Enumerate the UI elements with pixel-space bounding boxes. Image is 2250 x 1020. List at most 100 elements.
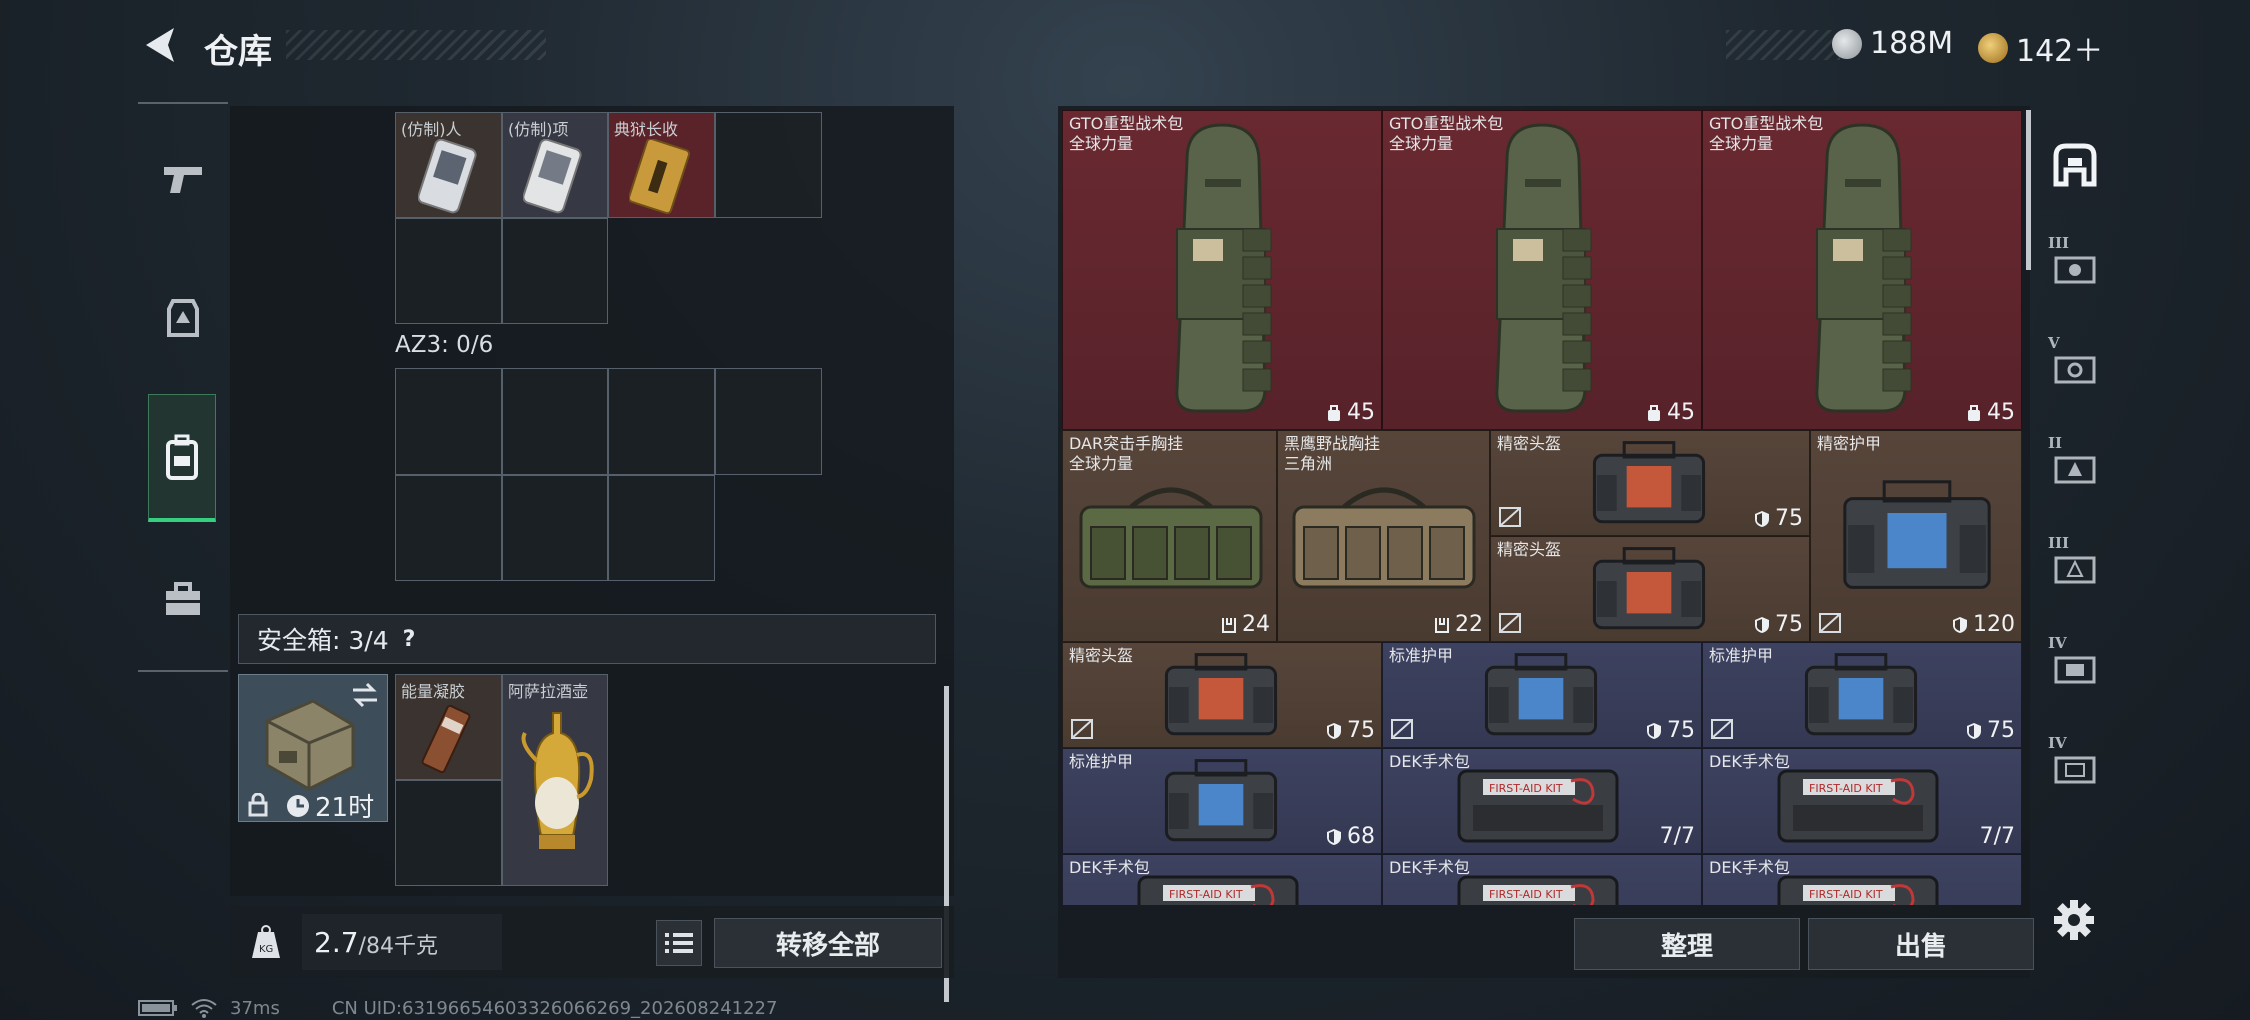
armor-item[interactable]: 标准护甲 75	[1702, 642, 2022, 748]
item-label: 典狱长收	[614, 120, 679, 139]
item-slot[interactable]: 典狱长收	[608, 112, 715, 218]
shield-icon	[1755, 510, 1769, 527]
medkit-item[interactable]: DEK手术包 FIRST-AID KIT 7/7	[1702, 748, 2022, 854]
sell-button[interactable]: 出售	[1808, 918, 2034, 970]
tab-stash-4[interactable]: III	[2040, 520, 2110, 610]
helmet-case-icon	[1164, 653, 1278, 736]
medkit-item[interactable]: DEK手术包 FIRST-AID KIT	[1062, 854, 1382, 905]
rig-capacity-icon	[1435, 617, 1449, 633]
helmet-case-icon	[1592, 547, 1706, 630]
left-bottom-bar: KG 2.7 /84千克 转移全部	[230, 906, 954, 978]
sort-button[interactable]: 整理	[1574, 918, 1800, 970]
tab-stash-1[interactable]: III	[2040, 220, 2110, 310]
no-durability-icon	[1499, 613, 1521, 633]
armor-item[interactable]: 精密护甲 120	[1810, 430, 2022, 642]
capacity-icon	[1648, 404, 1660, 421]
safe-case-slot[interactable]: 21时	[238, 674, 388, 823]
armor-item[interactable]: 标准护甲 75	[1382, 642, 1702, 748]
no-durability-icon	[1819, 613, 1841, 633]
tab-roman-numeral: V	[2048, 334, 2060, 352]
item-label: (仿制)人	[401, 120, 462, 139]
empty-slot[interactable]	[608, 368, 715, 475]
weight-value: 2.7	[314, 925, 359, 959]
backpack-panel: (仿制)人 (仿制)项 典狱长收 AZ3: 0/6 安全箱: 3/4 ? 21时…	[230, 106, 954, 1002]
chest-rig-item[interactable]: DAR突击手胸挂 全球力量 24	[1062, 430, 1277, 642]
svg-text:FIRST-AID KIT: FIRST-AID KIT	[1809, 782, 1883, 795]
backpack-icon	[1815, 123, 1912, 413]
helmet-item[interactable]: 精密头盔 75	[1062, 642, 1382, 748]
svg-text:FIRST-AID KIT: FIRST-AID KIT	[1489, 888, 1563, 901]
no-durability-icon	[1391, 719, 1413, 739]
weight-kg-icon: KG	[252, 925, 280, 958]
safe-box-header: 安全箱: 3/4 ?	[238, 614, 936, 664]
helmet-case-icon	[1592, 441, 1706, 524]
armor-case-icon	[1484, 653, 1598, 736]
tab-stash-5[interactable]: IV	[2040, 620, 2110, 710]
help-button[interactable]: ?	[403, 627, 416, 652]
shield-icon	[1327, 828, 1341, 845]
armor-case-icon	[1164, 759, 1278, 842]
empty-slot[interactable]	[395, 368, 502, 475]
armor-vest-icon	[167, 299, 199, 337]
empty-slot[interactable]	[608, 475, 715, 581]
tab-roman-numeral: III	[2048, 534, 2070, 552]
chest-rig-item[interactable]: 黑鹰野战胸挂 三角洲 22	[1277, 430, 1490, 642]
back-button[interactable]	[138, 24, 180, 66]
tab-stash-6[interactable]: IV	[2040, 720, 2110, 810]
medkit-icon: FIRST-AID KIT	[1457, 769, 1619, 843]
medkit-icon: FIRST-AID KIT	[1137, 875, 1299, 905]
item-slot[interactable]: (仿制)项	[502, 112, 608, 218]
pistol-icon	[164, 167, 202, 193]
empty-slot[interactable]	[395, 218, 502, 324]
tab-equipment[interactable]	[138, 274, 228, 364]
settings-button[interactable]	[2052, 898, 2096, 942]
empty-slot[interactable]	[502, 368, 608, 475]
currency-b[interactable]: 142＋	[1978, 26, 2103, 70]
list-view-button[interactable]	[656, 920, 702, 966]
backpack-item[interactable]: GTO重型战术包 全球力量 45	[1062, 110, 1382, 430]
empty-slot[interactable]	[502, 218, 608, 324]
backpack-item[interactable]: GTO重型战术包 全球力量 45	[1382, 110, 1702, 430]
weight-readout: 2.7 /84千克	[302, 914, 502, 970]
transfer-all-button[interactable]: 转移全部	[714, 918, 942, 968]
backpack-item[interactable]: GTO重型战术包 全球力量 45	[1702, 110, 2022, 430]
tab-all-stash[interactable]	[2040, 120, 2110, 210]
tab-weapons[interactable]	[138, 134, 228, 224]
tab-stash-3[interactable]: II	[2040, 420, 2110, 510]
item-slot[interactable]: 阿萨拉酒壶	[502, 674, 608, 886]
medkit-item[interactable]: DEK手术包 FIRST-AID KIT	[1382, 854, 1702, 905]
left-tab-bar	[138, 102, 228, 672]
currency-a[interactable]: 188M	[1832, 26, 1953, 61]
backpack-icon	[1495, 123, 1592, 413]
item-slot[interactable]: (仿制)人	[395, 112, 502, 218]
tab-backpack[interactable]	[148, 394, 216, 522]
lock-icon	[248, 793, 268, 817]
tab-case[interactable]	[138, 554, 228, 644]
tab-roman-numeral: IV	[2048, 734, 2067, 752]
medkit-item[interactable]: DEK手术包 FIRST-AID KIT 7/7	[1382, 748, 1702, 854]
helmet-item[interactable]: 精密头盔 75	[1490, 430, 1810, 536]
tab-stash-2[interactable]: V	[2040, 320, 2110, 410]
stash-tab-bar: III V II III IV IV	[2040, 120, 2110, 880]
empty-slot[interactable]	[715, 112, 822, 218]
medkit-item[interactable]: DEK手术包 FIRST-AID KIT	[1702, 854, 2022, 905]
ping-text: 37ms	[230, 997, 280, 1019]
svg-text:FIRST-AID KIT: FIRST-AID KIT	[1809, 888, 1883, 901]
helmet-item[interactable]: 精密头盔 75	[1490, 536, 1810, 642]
empty-slot[interactable]	[502, 475, 608, 581]
item-slot[interactable]: 能量凝胶	[395, 674, 502, 780]
empty-slot[interactable]	[395, 475, 502, 581]
empty-slot[interactable]	[395, 780, 502, 886]
safe-case-icon	[265, 699, 355, 791]
tab-roman-numeral: IV	[2048, 634, 2067, 652]
svg-text:FIRST-AID KIT: FIRST-AID KIT	[1169, 888, 1243, 901]
empty-slot[interactable]	[715, 368, 822, 475]
title-hatch-decoration	[286, 30, 546, 60]
weight-button[interactable]: KG	[236, 916, 296, 968]
armor-item[interactable]: 标准护甲 68	[1062, 748, 1382, 854]
chest-rig-icon	[1079, 487, 1263, 589]
swap-icon[interactable]	[349, 681, 381, 709]
gold-coin-icon	[1978, 33, 2008, 63]
stash-panel: GTO重型战术包 全球力量 45 GTO重型战术包 全球力量 45 GTO重型战术包…	[1058, 106, 2034, 978]
stash-scrollbar[interactable]	[2026, 110, 2031, 270]
